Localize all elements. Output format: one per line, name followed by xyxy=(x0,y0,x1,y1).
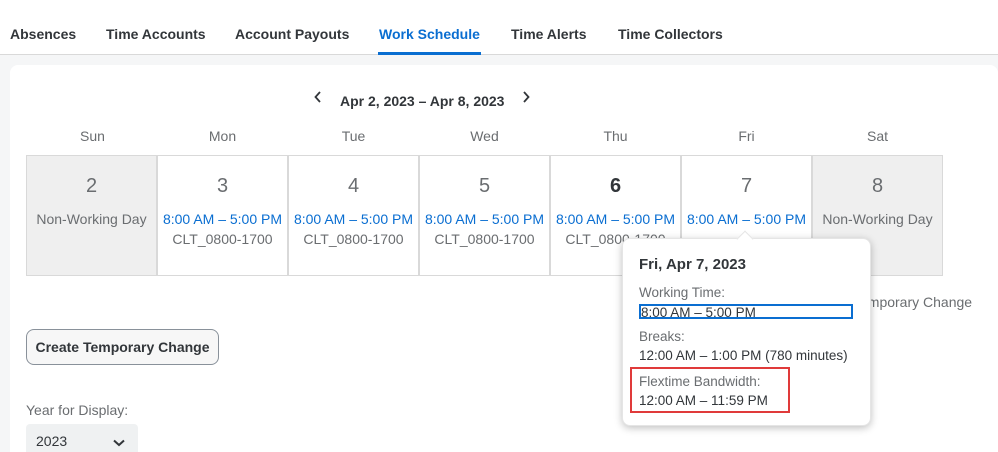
day-number: 5 xyxy=(478,175,491,197)
schedule-time: 8:00 AM – 5:00 PM xyxy=(686,211,807,227)
year-select[interactable]: 2023 xyxy=(26,424,138,452)
dayname-tue: Tue xyxy=(341,128,366,144)
schedule-time: 8:00 AM – 5:00 PM xyxy=(424,211,545,227)
dayname-thu: Thu xyxy=(603,128,628,144)
chevron-left-icon[interactable] xyxy=(311,90,325,107)
dayname-fri: Fri xyxy=(738,128,755,144)
schedule-code: CLT_0800-1700 xyxy=(172,231,273,247)
flextime-value: 12:00 AM – 11:59 PM xyxy=(639,393,768,408)
working-time-label: Working Time: xyxy=(639,285,726,300)
tab-absences[interactable]: Absences xyxy=(10,26,76,42)
day-cell-wed[interactable]: 5 8:00 AM – 5:00 PM CLT_0800-1700 xyxy=(419,155,550,276)
chevron-right-icon[interactable] xyxy=(519,90,533,107)
schedule-time: 8:00 AM – 5:00 PM xyxy=(555,211,676,227)
popover-title: Fri, Apr 7, 2023 xyxy=(639,256,746,273)
tab-time-alerts[interactable]: Time Alerts xyxy=(511,26,586,42)
schedule-time: 8:00 AM – 5:00 PM xyxy=(162,211,283,227)
dayname-sun: Sun xyxy=(80,128,105,144)
chevron-down-icon xyxy=(113,434,125,452)
legend-temporary-change: emporary Change xyxy=(860,294,973,310)
tab-time-accounts[interactable]: Time Accounts xyxy=(106,26,206,42)
day-cell-mon[interactable]: 3 8:00 AM – 5:00 PM CLT_0800-1700 xyxy=(157,155,288,276)
dayname-sat: Sat xyxy=(866,128,888,144)
schedule-code: CLT_0800-1700 xyxy=(303,231,404,247)
tab-time-collectors[interactable]: Time Collectors xyxy=(618,26,723,42)
breaks-label: Breaks: xyxy=(639,329,685,344)
create-temporary-change-button[interactable]: Create Temporary Change xyxy=(26,329,219,365)
day-number: 3 xyxy=(216,175,229,197)
week-range-label: Apr 2, 2023 – Apr 8, 2023 xyxy=(340,93,505,109)
non-working-label: Non-Working Day xyxy=(36,211,147,227)
day-number: 4 xyxy=(347,175,360,197)
day-number: 7 xyxy=(740,175,753,197)
day-number-today: 6 xyxy=(609,175,622,197)
working-time-value: 8:00 AM – 5:00 PM xyxy=(639,304,853,319)
schedule-code: CLT_0800-1700 xyxy=(434,231,535,247)
day-cell-tue[interactable]: 4 8:00 AM – 5:00 PM CLT_0800-1700 xyxy=(288,155,419,276)
working-time-text: 8:00 AM – 5:00 PM xyxy=(641,305,756,319)
tab-account-payouts[interactable]: Account Payouts xyxy=(235,26,349,42)
dayname-mon: Mon xyxy=(208,128,237,144)
breaks-value: 12:00 AM – 1:00 PM (780 minutes) xyxy=(639,348,848,363)
active-tab-indicator xyxy=(378,52,481,55)
flextime-label: Flextime Bandwidth: xyxy=(639,374,761,389)
tab-work-schedule[interactable]: Work Schedule xyxy=(379,26,480,42)
day-number: 2 xyxy=(85,175,98,197)
day-cell-sun[interactable]: 2 Non-Working Day xyxy=(26,155,157,276)
dayname-wed: Wed xyxy=(470,128,499,144)
tab-bar: Absences Time Accounts Account Payouts W… xyxy=(0,0,998,55)
year-label: Year for Display: xyxy=(26,402,129,418)
year-value: 2023 xyxy=(36,433,68,449)
day-number: 8 xyxy=(871,175,884,197)
non-working-label: Non-Working Day xyxy=(822,211,933,227)
schedule-time: 8:00 AM – 5:00 PM xyxy=(293,211,414,227)
